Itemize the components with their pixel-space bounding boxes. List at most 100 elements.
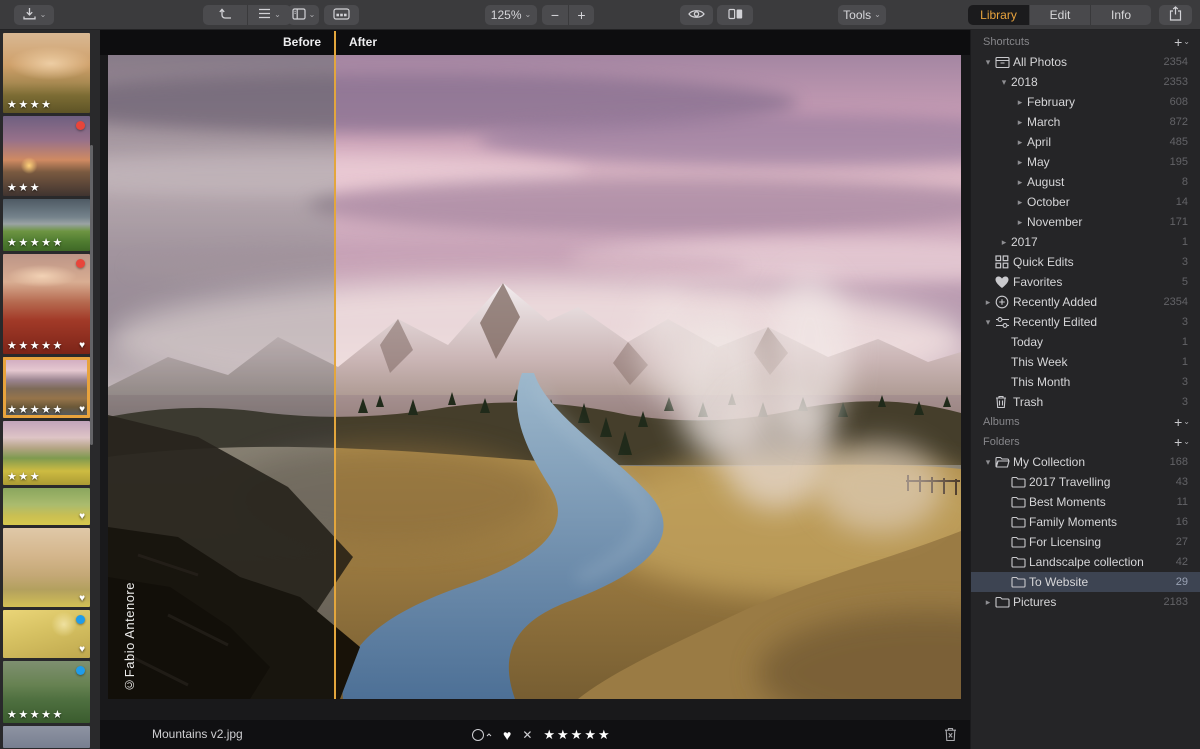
library-tree-item[interactable]: Landscalpe collection 42 [971,552,1200,572]
disclosure-triangle-icon[interactable]: ▾ [981,57,995,68]
tab-info[interactable]: Info [1090,5,1151,25]
library-tree-item[interactable]: Quick Edits 3 [971,252,1200,272]
import-button[interactable]: ⌄ [14,5,54,25]
zoom-out-button[interactable]: − [542,5,568,25]
library-tree-item[interactable]: Favorites 5 [971,272,1200,292]
tree-item-count: 2183 [1164,596,1200,608]
library-tree-item[interactable]: Today 1 [971,332,1200,352]
filmstrip-scrollbar[interactable] [90,145,93,445]
filmstrip-toggle-button[interactable] [324,5,359,25]
tab-library[interactable]: Library [968,5,1029,25]
filmstrip-thumbnail[interactable]: ★★★★★ [3,199,90,251]
filmstrip-thumbnail[interactable]: ♥ [3,610,90,658]
filmstrip-thumbnail[interactable]: ★★★★★ ♥ [3,357,90,418]
disclosure-triangle-icon[interactable]: ▸ [1013,97,1027,108]
filmstrip-thumbnail[interactable]: ♥ [3,488,90,525]
thumbnail-star-rating: ★★★★ [7,98,52,111]
thumbnail-star-rating: ★★★★★ [7,403,64,416]
tree-item-label: 2018 [1011,75,1164,89]
add-shortcut-button[interactable]: +⌄ [1174,32,1190,52]
side-panels-button[interactable]: ⌄ [288,5,319,25]
filmstrip-thumbnail[interactable]: ★★★★★ ♥ [3,254,90,354]
library-tree-item[interactable]: To Website 29 [971,572,1200,592]
library-tree-item[interactable]: ▸ August 8 [971,172,1200,192]
library-tree-item[interactable]: ▸ 2017 1 [971,232,1200,252]
library-tree-item[interactable]: ▾ All Photos 2354 [971,52,1200,72]
disclosure-triangle-icon[interactable]: ▸ [997,237,1011,248]
folders-header-label: Folders [983,436,1020,448]
library-tree-item[interactable]: ▾ 2018 2353 [971,72,1200,92]
preview-eye-button[interactable] [680,5,713,25]
disclosure-triangle-icon[interactable]: ▸ [1013,177,1027,188]
zoom-level-value: 125% [491,8,522,22]
plus-icon: + [1174,35,1182,49]
tab-edit[interactable]: Edit [1029,5,1090,25]
library-tree-item[interactable]: ▸ April 485 [971,132,1200,152]
color-label-picker[interactable] [472,729,492,741]
disclosure-triangle-icon[interactable]: ▸ [1013,217,1027,228]
filmstrip-thumbnail[interactable]: ♥ [3,528,90,607]
library-tree-item[interactable]: This Week 1 [971,352,1200,372]
reject-x-icon[interactable]: ✕ [522,729,532,741]
library-tree-item[interactable]: 2017 Travelling 43 [971,472,1200,492]
library-tree-item[interactable]: ▸ May 195 [971,152,1200,172]
library-tree-item[interactable]: ▸ Recently Added 2354 [971,292,1200,312]
disclosure-triangle-icon[interactable]: ▸ [1013,197,1027,208]
tree-item-count: 1 [1182,336,1200,348]
before-after-icon [728,8,743,23]
library-tree-item[interactable]: ▸ March 872 [971,112,1200,132]
library-tree-item[interactable]: Family Moments 16 [971,512,1200,532]
folders-header: Folders +⌄ [971,432,1200,452]
disclosure-triangle-icon[interactable]: ▸ [1013,137,1027,148]
tools-dropdown[interactable]: Tools ⌄ [838,5,886,25]
disclosure-triangle-icon[interactable]: ▾ [981,457,995,468]
library-tree-item[interactable]: For Licensing 27 [971,532,1200,552]
library-tree-item[interactable]: ▸ Pictures 2183 [971,592,1200,612]
disclosure-triangle-icon[interactable]: ▸ [1013,117,1027,128]
filmstrip-thumbnail[interactable] [3,726,90,748]
library-tree-item[interactable]: Trash 3 [971,392,1200,412]
disclosure-triangle-icon[interactable]: ▸ [1013,157,1027,168]
photo-preview: ©Fabio Antenore [108,55,961,699]
tree-item-count: 3 [1182,396,1200,408]
zoom-in-button[interactable]: + [568,5,594,25]
star-rating-control[interactable]: ★★★★★ [543,728,611,741]
filmstrip-thumbnail[interactable]: ★★★★★ [3,661,90,723]
library-tree-item[interactable]: ▸ October 14 [971,192,1200,212]
disclosure-triangle-icon[interactable]: ▸ [981,597,995,608]
library-tree-item[interactable]: This Month 3 [971,372,1200,392]
favorite-toggle-heart-icon[interactable]: ♥ [503,728,511,742]
tree-item-count: 42 [1176,556,1200,568]
library-tree-item[interactable]: ▸ November 171 [971,212,1200,232]
library-tree-item[interactable]: ▾ Recently Edited 3 [971,312,1200,332]
back-up-button[interactable] [203,5,247,25]
add-album-button[interactable]: +⌄ [1174,412,1190,432]
library-tree-item[interactable]: ▾ My Collection 168 [971,452,1200,472]
disclosure-triangle-icon[interactable]: ▾ [981,317,995,328]
before-after-bar: Before After [100,30,970,55]
share-icon [1169,6,1182,24]
compare-button[interactable] [717,5,753,25]
chevron-down-icon: ⌄ [525,11,532,19]
tree-item-icon [995,316,1013,329]
library-tree-item[interactable]: Best Moments 11 [971,492,1200,512]
library-tree-item[interactable]: ▸ February 608 [971,92,1200,112]
zoom-level-dropdown[interactable]: 125% ⌄ [485,5,537,25]
zoom-button-group: − + [542,5,594,25]
sort-menu-button[interactable]: ⌄ [247,5,291,25]
tree-item-icon [1011,516,1029,528]
delete-photo-button[interactable] [944,727,957,747]
filmstrip-thumbnail[interactable]: ★★★ [3,421,90,485]
add-folder-button[interactable]: +⌄ [1174,432,1190,452]
tree-item-label: 2017 Travelling [1029,475,1176,489]
filmstrip-thumbnail[interactable]: ★★★★ [3,33,90,113]
thumbnail-star-rating: ★★★ [7,470,41,483]
before-after-divider-handle[interactable] [334,31,336,699]
disclosure-triangle-icon[interactable]: ▾ [997,77,1011,88]
disclosure-triangle-icon[interactable]: ▸ [981,297,995,308]
tree-item-label: Today [1011,335,1182,349]
shortcuts-tree: ▾ All Photos 2354 ▾ 2018 2353 ▸ February… [971,52,1200,412]
folders-tree: ▾ My Collection 168 2017 Travelling 43 B… [971,452,1200,612]
share-button[interactable] [1159,5,1192,25]
filmstrip-thumbnail[interactable]: ★★★ [3,116,90,196]
